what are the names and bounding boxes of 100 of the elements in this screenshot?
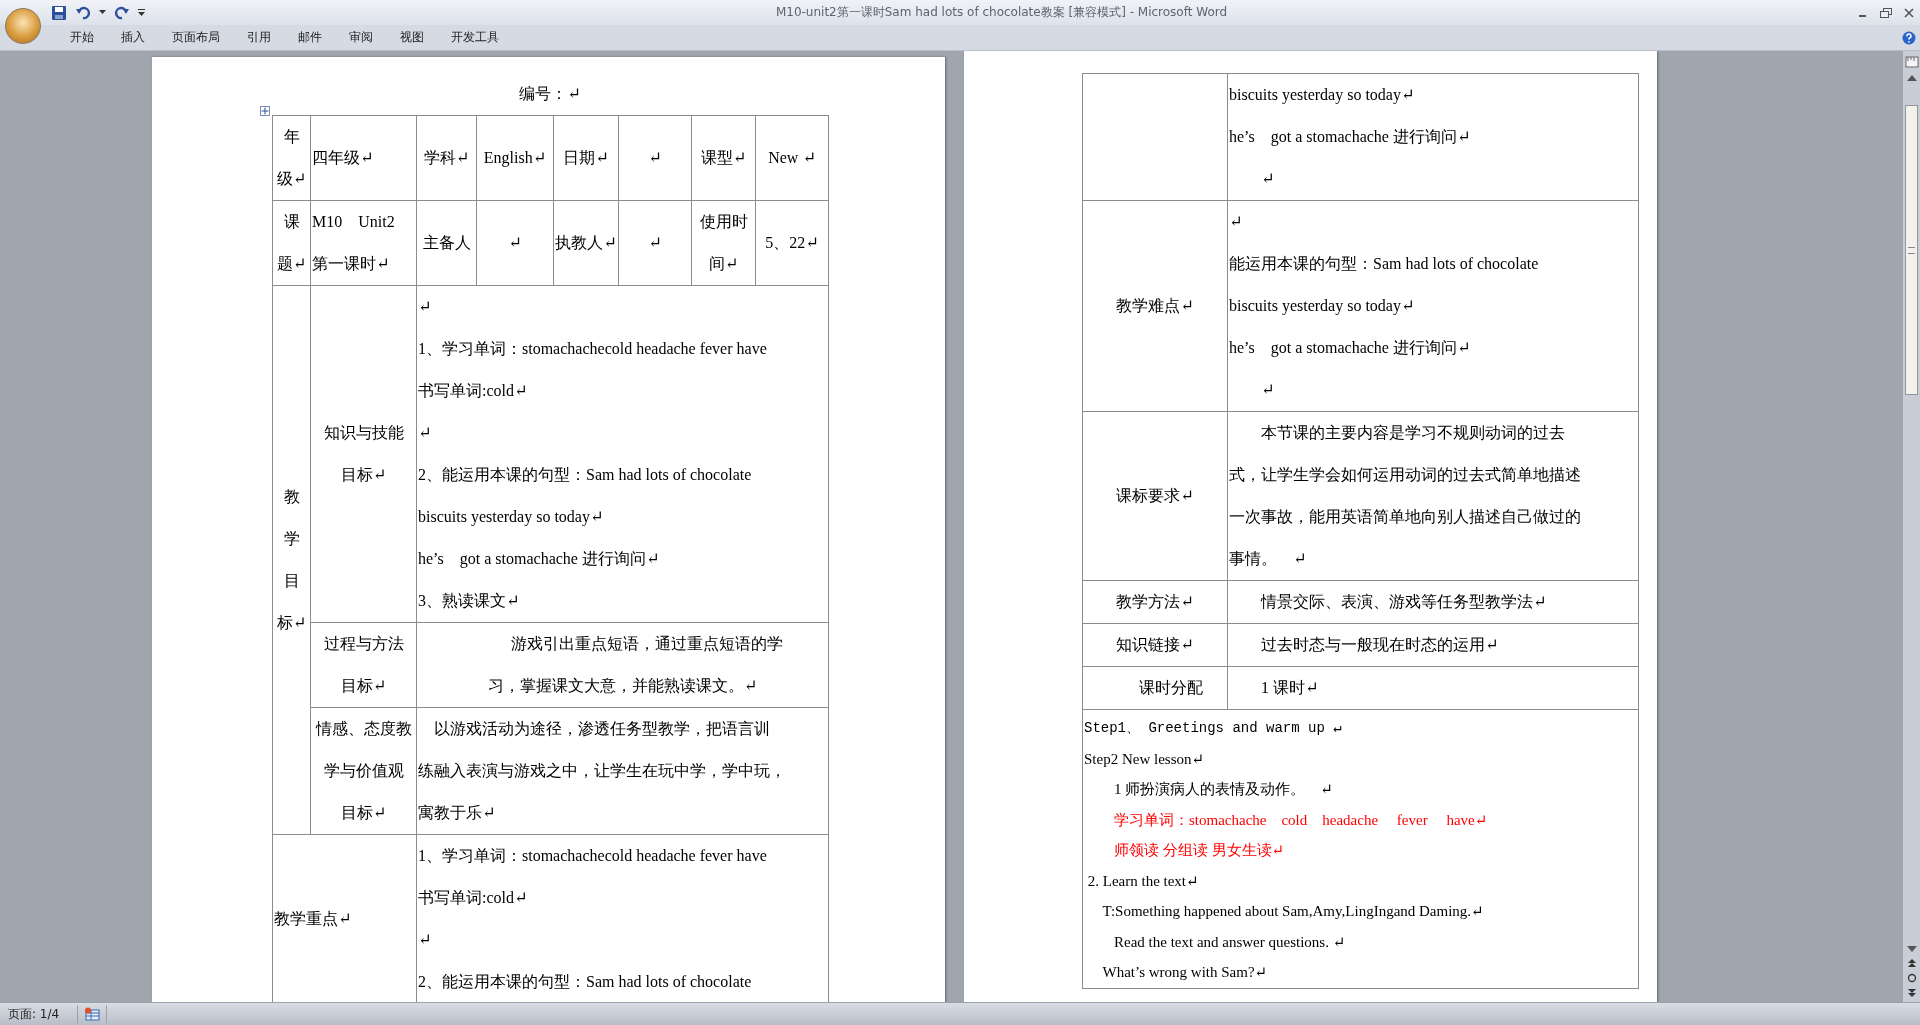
- customize-icon[interactable]: [138, 9, 145, 16]
- window-title: M10-unit2第一课时Sam had lots of chocolate教案 [兼容模式] - Microsoft Word: [774, 4, 1229, 21]
- cell-text: 以游戏活动为途径，渗透任务型教学，把语言训: [433, 719, 771, 739]
- cell-text: 师领读 分组读 男女生读↵: [1113, 841, 1286, 860]
- cell-text: 学科↵: [422, 148, 471, 168]
- cell-text: 主备人: [421, 233, 472, 253]
- save-icon[interactable]: [51, 4, 67, 21]
- paragraph-mark: ↵: [507, 233, 523, 253]
- cell-text: New ↵: [767, 148, 817, 168]
- cell-text: 情感、态度教: [314, 719, 413, 739]
- cell-text: 一次事故，能用英语简单地向别人描述自己做过的: [1229, 507, 1582, 527]
- cell-text: 级↵: [275, 169, 308, 189]
- office-button[interactable]: [5, 8, 41, 44]
- macro-record-icon[interactable]: [84, 1007, 101, 1021]
- paragraph-mark: ↵: [647, 233, 663, 253]
- next-page-icon[interactable]: [1906, 988, 1917, 998]
- ribbon-tab[interactable]: 视图: [388, 26, 436, 49]
- cell-text: 练融入表演与游戏之中，让学生在玩中学，学中玩，: [418, 761, 787, 781]
- cell-text: 年: [282, 127, 301, 147]
- ribbon-tab[interactable]: 邮件: [286, 26, 334, 49]
- cell-text: 教学难点↵: [1115, 296, 1195, 316]
- cell-text: 3、熟读课文↵: [418, 591, 521, 611]
- cell-text: Read the text and answer questions. ↵: [1113, 932, 1347, 952]
- ribbon-tab[interactable]: 开始: [58, 26, 106, 49]
- cell-text: 课时分配: [1138, 678, 1204, 698]
- dropdown-icon[interactable]: [99, 10, 106, 15]
- table-move-handle[interactable]: [260, 106, 270, 116]
- cell-text: he’s got a stomachache 进行询问↵: [418, 549, 661, 570]
- cell-text: 使用时: [698, 212, 749, 232]
- redo-icon[interactable]: [114, 4, 130, 21]
- cell-text: 标↵: [275, 613, 308, 633]
- ribbon-tab[interactable]: 引用: [235, 26, 283, 49]
- cell-text: 2. Learn the text↵: [1086, 871, 1200, 891]
- cell-text: English↵: [482, 148, 548, 169]
- cell-text: 1、学习单词：stomachachecold headache fever have: [418, 339, 768, 359]
- cell-text: 课: [282, 212, 301, 232]
- cell-text: 学习单词：stomachache cold headache fever have↵: [1113, 810, 1489, 830]
- cell-text: 习，掌握课文大意，并能熟读课文。↵: [486, 676, 759, 696]
- cell-text: 书写单词:cold↵: [418, 888, 529, 908]
- scroll-up-icon[interactable]: [1906, 74, 1917, 82]
- cell-text: 四年级↵: [312, 148, 375, 168]
- page-count[interactable]: 页面: 1/4: [0, 1005, 72, 1023]
- cell-text: he’s got a stomachache 进行询问↵: [1229, 338, 1472, 359]
- cell-text: biscuits yesterday so today↵: [418, 507, 605, 528]
- cell-text: 5、22↵: [764, 233, 820, 253]
- cell-text: 目标↵: [339, 803, 388, 823]
- cell-text: 本节课的主要内容是学习不规则动词的过去: [1260, 423, 1566, 443]
- cell-text: 目标↵: [339, 465, 388, 485]
- ribbon-tab[interactable]: 开发工具: [439, 26, 511, 49]
- previous-page-icon[interactable]: [1906, 958, 1917, 968]
- cell-text: 情景交际、表演、游戏等任务型教学法↵: [1259, 592, 1548, 612]
- cell-text: 课型↵: [699, 148, 748, 168]
- cell-text: 2、能运用本课的句型：Sam had lots of chocolate: [418, 465, 753, 485]
- cell-text: 书写单词:cold↵: [418, 381, 529, 401]
- cell-text: 目标↵: [339, 676, 388, 696]
- browse-object-icon[interactable]: [1906, 973, 1917, 983]
- paragraph-mark: ↵: [1260, 169, 1276, 189]
- cell-text: biscuits yesterday so today↵: [1229, 85, 1416, 106]
- scrollbar-thumb[interactable]: [1905, 105, 1918, 395]
- cell-text: 能运用本课的句型：Sam had lots of chocolate: [1229, 254, 1540, 274]
- cell-text: 过去时态与一般现在时态的运用↵: [1260, 635, 1500, 655]
- close-icon[interactable]: [1904, 7, 1914, 18]
- cell-text: 知识链接↵: [1115, 635, 1195, 655]
- cell-text: 教学重点↵: [274, 909, 353, 929]
- cell-text: 教: [282, 487, 301, 507]
- ribbon-tab[interactable]: 插入: [109, 26, 157, 49]
- cell-text: 第一课时↵: [312, 254, 391, 274]
- scroll-down-icon[interactable]: [1906, 945, 1917, 953]
- cell-text: 1、学习单词：stomachachecold headache fever have: [418, 846, 768, 866]
- cell-text: 执教人↵: [555, 233, 617, 253]
- cell-text: 事情。 ↵: [1229, 549, 1308, 569]
- cell-text: 教学方法↵: [1115, 592, 1195, 612]
- document-heading: 编号：↵: [518, 84, 582, 104]
- paragraph-mark: ↵: [418, 297, 433, 317]
- help-icon[interactable]: [1902, 30, 1916, 45]
- cell-text: biscuits yesterday so today↵: [1229, 296, 1416, 317]
- undo-icon[interactable]: [75, 4, 91, 21]
- cell-text: 间↵: [707, 254, 740, 274]
- paragraph-mark: ↵: [1229, 212, 1244, 232]
- cell-text: 寓教于乐↵: [418, 803, 497, 823]
- restore-icon[interactable]: [1880, 7, 1892, 18]
- paragraph-mark: ↵: [647, 148, 663, 168]
- paragraph-mark: ↵: [418, 930, 433, 950]
- ribbon-tab[interactable]: 审阅: [337, 26, 385, 49]
- paragraph-mark: ↵: [1260, 380, 1276, 400]
- cell-text: 1 课时↵: [1260, 678, 1320, 698]
- cell-text: 1 师扮演病人的表情及动作。 ↵: [1113, 780, 1334, 799]
- cell-text: 2、能运用本课的句型：Sam had lots of chocolate: [418, 972, 753, 992]
- cell-text: Step2 New lesson↵: [1084, 749, 1206, 769]
- cell-text: 目: [282, 571, 301, 591]
- cell-text: he’s got a stomachache 进行询问↵: [1229, 127, 1472, 148]
- cell-text: What’s wrong with Sam?↵: [1101, 963, 1269, 982]
- cell-text: 式，让学生学会如何运用动词的过去式简单地描述: [1229, 465, 1582, 485]
- cell-text: Step1、 Greetings and warm up ↵: [1084, 719, 1343, 738]
- cell-text: 学: [282, 529, 301, 549]
- cell-text: 过程与方法: [322, 634, 405, 654]
- ruler-icon[interactable]: [1904, 55, 1919, 69]
- ribbon-tab[interactable]: 页面布局: [160, 26, 232, 49]
- cell-text: 游戏引出重点短语，通过重点短语的学: [509, 634, 784, 654]
- cell-text: 日期↵: [562, 148, 610, 168]
